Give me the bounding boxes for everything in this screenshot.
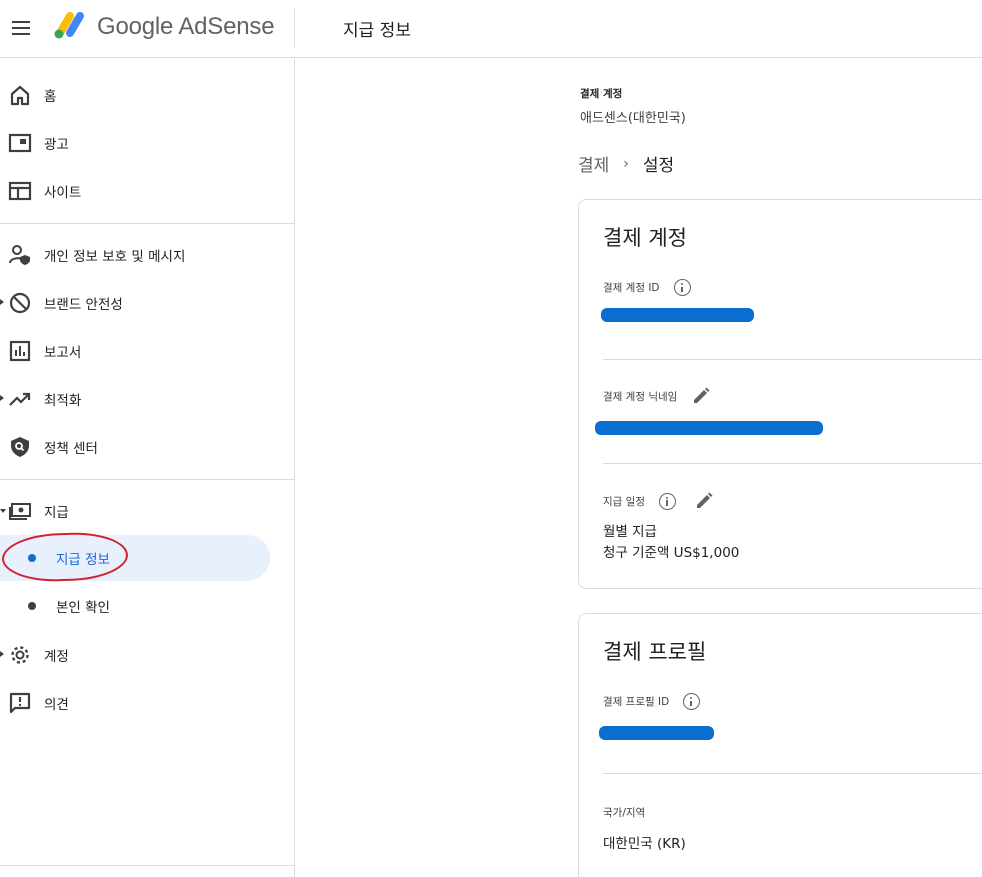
reports-icon: [9, 340, 31, 362]
sidebar-item-label: 광고: [44, 137, 69, 153]
info-icon[interactable]: [658, 492, 676, 510]
billing-account-card: 결제 계정 결제 계정 ID 결제 계정 닉네임 지급 일정 월별 지급 청구 …: [578, 199, 982, 589]
feedback-icon: [9, 692, 31, 714]
sidebar-item-label: 보고서: [44, 345, 82, 361]
field-label-nickname: 결제 계정 닉네임: [603, 386, 711, 406]
sidebar-item-brand-safety[interactable]: 브랜드 안전성: [0, 283, 270, 323]
sidebar-separator: [0, 223, 295, 224]
sidebar-item-label: 사이트: [44, 185, 82, 201]
sidebar-item-label: 홈: [44, 89, 57, 105]
sidebar-item-home[interactable]: 홈: [0, 75, 270, 115]
sidebar-item-feedback[interactable]: 의견: [0, 683, 270, 723]
block-icon: [9, 292, 31, 314]
card-title: 결제 계정: [603, 226, 687, 250]
sidebar-item-label: 정책 센터: [44, 441, 98, 457]
field-label-text: 국가/지역: [603, 807, 646, 819]
chevron-right-icon: ›: [623, 155, 629, 172]
sidebar-item-optimization[interactable]: 최적화: [0, 379, 270, 419]
trending-up-icon: [9, 392, 31, 406]
edit-pencil-icon[interactable]: [691, 386, 711, 406]
field-label-text: 결제 계정 닉네임: [603, 390, 678, 403]
ads-icon: [8, 133, 32, 153]
expand-caret-icon: [0, 395, 4, 401]
sidebar-subitem-label: 지급 정보: [56, 552, 110, 568]
sidebar-item-label: 최적화: [44, 393, 82, 409]
sidebar-subitem-verification[interactable]: 본인 확인: [0, 583, 270, 629]
bullet-icon: [28, 602, 36, 610]
sidebar-subitem-payments-info[interactable]: 지급 정보: [0, 535, 270, 581]
sidebar-item-reports[interactable]: 보고서: [0, 331, 270, 371]
field-label-country: 국가/지역: [603, 805, 645, 820]
field-label-text: 결제 프로필 ID: [603, 696, 670, 708]
shield-icon: [11, 437, 29, 457]
sidebar-item-payments[interactable]: 지급: [0, 491, 270, 531]
payment-threshold-value: 청구 기준액 US$1,000: [603, 545, 740, 561]
billing-account-label: 결제 계정: [580, 88, 623, 100]
sidebar-item-label: 개인 정보 보호 및 메시지: [44, 249, 186, 265]
field-divider: [603, 773, 982, 774]
card-title: 결제 프로필: [603, 640, 707, 664]
privacy-icon: [9, 245, 30, 265]
field-label-payment-schedule: 지급 일정: [603, 491, 714, 511]
field-divider: [603, 463, 982, 464]
breadcrumb-parent[interactable]: 결제: [578, 151, 609, 176]
sidebar-separator: [0, 479, 295, 480]
sidebar: 홈 광고 사이트 개인 정보 보호 및 메시지 브랜드 안전성 보고서 최적화 …: [0, 59, 295, 877]
expand-caret-icon: [0, 299, 4, 305]
expand-caret-icon: [0, 651, 4, 657]
sidebar-item-account[interactable]: 계정: [0, 635, 270, 675]
field-label-text: 지급 일정: [603, 495, 645, 508]
edit-pencil-icon[interactable]: [694, 491, 714, 511]
home-icon: [10, 85, 30, 106]
gear-icon: [11, 646, 29, 664]
field-label-account-id: 결제 계정 ID: [603, 279, 691, 296]
breadcrumb-current: 설정: [642, 156, 675, 176]
payment-schedule-value: 월별 지급: [603, 524, 657, 540]
header-divider: [294, 8, 295, 48]
sidebar-item-policy-center[interactable]: 정책 센터: [0, 427, 270, 467]
sidebar-bottom-separator: [0, 865, 295, 866]
sidebar-item-label: 의견: [44, 697, 69, 713]
sidebar-item-label: 지급: [44, 505, 69, 521]
billing-profile-card: 결제 프로필 결제 프로필 ID 국가/지역 대한민국 (KR): [578, 613, 982, 877]
country-value: 대한민국 (KR): [603, 836, 686, 852]
adsense-logo[interactable]: [52, 10, 88, 40]
main-content: 결제 계정 애드센스(대한민국) 결제 › 설정 결제 계정 결제 계정 ID …: [296, 59, 982, 877]
redacted-value: [595, 421, 823, 435]
sites-icon: [8, 181, 32, 201]
payments-icon: [9, 503, 31, 520]
info-icon[interactable]: [683, 693, 701, 710]
billing-account-value: 애드센스(대한민국): [580, 111, 686, 126]
redacted-value: [601, 308, 754, 322]
redacted-value: [599, 726, 714, 740]
sidebar-subitem-label: 본인 확인: [56, 600, 110, 616]
bullet-icon: [28, 554, 36, 562]
field-label-text: 결제 계정 ID: [603, 282, 660, 294]
field-divider: [603, 359, 982, 360]
sidebar-item-label: 브랜드 안전성: [44, 297, 123, 313]
collapse-caret-icon: [0, 509, 6, 513]
breadcrumb: 결제 › 설정: [578, 151, 675, 177]
page-title: 지급 정보: [343, 21, 411, 41]
info-icon[interactable]: [673, 279, 691, 296]
sidebar-item-ads[interactable]: 광고: [0, 123, 270, 163]
sidebar-item-label: 계정: [44, 649, 69, 665]
brand-name: Google AdSense: [97, 13, 275, 40]
menu-icon[interactable]: [10, 17, 32, 39]
sidebar-item-privacy-messaging[interactable]: 개인 정보 보호 및 메시지: [0, 235, 270, 275]
app-header: Google AdSense 지급 정보: [0, 0, 982, 58]
field-label-profile-id: 결제 프로필 ID: [603, 693, 701, 710]
sidebar-item-sites[interactable]: 사이트: [0, 171, 270, 211]
